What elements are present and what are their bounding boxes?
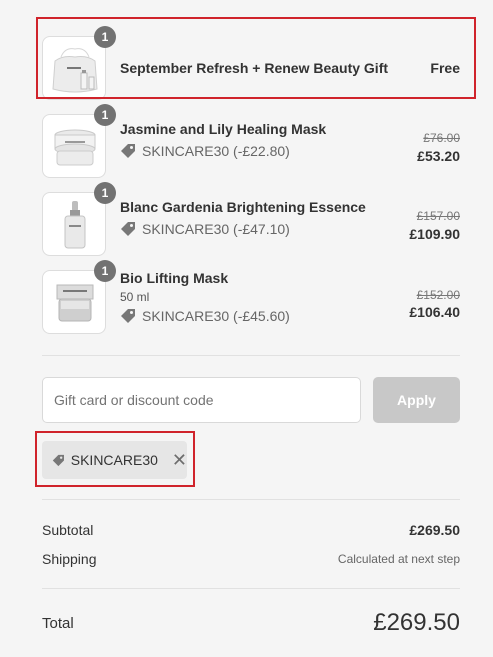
- product-price: £109.90: [409, 226, 460, 242]
- tag-icon: [121, 222, 135, 236]
- tag-icon: [121, 309, 135, 323]
- total-label: Total: [42, 615, 74, 632]
- product-name: Jasmine and Lily Healing Mask: [120, 121, 327, 137]
- line-item: 1 Blanc Gardenia Brightening Essence SKI…: [42, 182, 460, 256]
- line-item: 1 Jasmine and Lily Healing Mask SKINCARE…: [42, 104, 460, 178]
- quantity-badge: 1: [94, 104, 116, 126]
- tag-icon: [121, 144, 135, 158]
- divider: [42, 588, 460, 589]
- discount-text: SKINCARE30 (-£47.10): [142, 221, 290, 237]
- jar-icon: [54, 129, 96, 166]
- product-name: Bio Lifting Mask: [120, 270, 229, 286]
- product-image: 1: [42, 182, 116, 256]
- total-value: £269.50: [373, 609, 460, 636]
- discount-text: SKINCARE30 (-£22.80): [142, 143, 290, 159]
- product-variant: 50 ml: [120, 290, 150, 304]
- discount-line: SKINCARE30 (-£22.80): [120, 143, 290, 159]
- shipping-value: Calculated at next step: [337, 552, 460, 566]
- product-price: £53.20: [417, 148, 460, 164]
- discount-text: SKINCARE30 (-£45.60): [142, 308, 290, 324]
- product-name: Blanc Gardenia Brightening Essence: [120, 199, 366, 215]
- highlight-box-gift: [36, 17, 476, 99]
- discount-line: SKINCARE30 (-£45.60): [120, 308, 290, 324]
- subtotal-label: Subtotal: [42, 522, 94, 538]
- product-image: 1: [42, 104, 116, 178]
- shipping-label: Shipping: [42, 551, 97, 567]
- discount-code-input[interactable]: [42, 377, 361, 423]
- quantity-badge: 1: [94, 260, 116, 282]
- subtotal-value: £269.50: [409, 522, 460, 538]
- quantity-badge: 1: [94, 182, 116, 204]
- line-item: 1 Bio Lifting Mask 50 ml SKINCARE30 (-£4…: [42, 260, 460, 334]
- original-price: £76.00: [423, 131, 460, 145]
- apply-button[interactable]: Apply: [373, 377, 460, 423]
- highlight-box-code: [35, 431, 195, 487]
- product-image: 1: [42, 260, 116, 334]
- original-price: £152.00: [416, 288, 460, 302]
- discount-line: SKINCARE30 (-£47.10): [120, 221, 290, 237]
- original-price: £157.00: [416, 209, 460, 223]
- product-price: £106.40: [409, 304, 460, 320]
- dropper-bottle-icon: [64, 201, 86, 249]
- divider: [42, 499, 460, 500]
- jar-icon: [56, 284, 94, 322]
- divider: [42, 355, 460, 356]
